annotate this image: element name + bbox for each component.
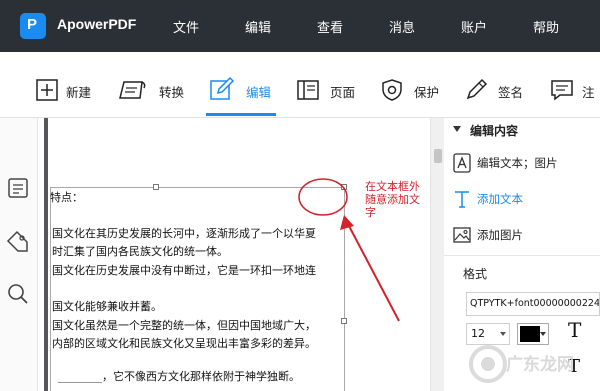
sign-button[interactable]: 签名 <box>464 52 530 118</box>
convert-icon <box>119 81 146 99</box>
comment-button[interactable]: 注 <box>548 52 600 118</box>
plus-square-icon <box>36 79 58 101</box>
left-sidebar <box>0 118 38 391</box>
pen-sign-icon <box>466 78 488 100</box>
protect-button[interactable]: 保护 <box>378 52 444 118</box>
comment-label: 注 <box>582 85 595 100</box>
convert-button[interactable]: 转换 <box>116 52 192 118</box>
pencil-icon <box>210 76 235 100</box>
edit-text-image-label: 编辑文本；图片 <box>477 156 558 170</box>
add-image-icon <box>453 227 471 243</box>
format-heading: 格式 <box>463 267 488 281</box>
edit-text-image-option[interactable]: 编辑文本；图片 <box>444 147 600 179</box>
page-label: 页面 <box>330 85 356 100</box>
tag-icon[interactable] <box>6 230 30 254</box>
edit-tool-button[interactable]: 编辑 <box>206 52 274 118</box>
new-label: 新建 <box>66 85 92 100</box>
add-image-label: 添加图片 <box>477 228 523 242</box>
vertical-scrollbar[interactable] <box>430 118 444 391</box>
scrollbar-thumb[interactable] <box>434 149 442 163</box>
watermark-text: 广东龙网 <box>506 355 574 375</box>
app-name: ApowerPDF <box>57 16 137 32</box>
active-tab-indicator <box>206 113 276 116</box>
annotation-text: 在文本框外随意添加文字 <box>365 180 420 219</box>
font-name-field[interactable]: QTPYTK+font0000000022436 <box>466 292 600 316</box>
convert-label: 转换 <box>159 85 185 100</box>
menu-file[interactable]: 文件 <box>173 17 199 36</box>
shield-icon <box>382 79 402 101</box>
edit-tool-label: 编辑 <box>246 85 272 100</box>
menu-messages[interactable]: 消息 <box>389 17 415 36</box>
document-view[interactable]: 特点： 国文化在其历史发展的长河中，逐渐形成了一个以华夏 时汇集了国内各民族文化… <box>38 118 430 391</box>
app-logo-icon: P <box>20 13 46 39</box>
menu-help[interactable]: 帮助 <box>533 17 559 36</box>
add-image-option[interactable]: 添加图片 <box>444 219 600 251</box>
toolbar: 新建 转换 编辑 页面 保护 签名 注 <box>0 52 600 118</box>
page-button[interactable]: 页面 <box>294 52 362 118</box>
add-text-option[interactable]: 添加文本 <box>444 183 600 215</box>
new-button[interactable]: 新建 <box>32 52 98 118</box>
comment-icon <box>551 80 573 101</box>
page-icon <box>297 80 319 100</box>
menu-bar: P ApowerPDF 文件 编辑 查看 消息 账户 帮助 <box>0 0 600 52</box>
panel-divider <box>444 255 600 256</box>
menu-edit[interactable]: 编辑 <box>245 17 271 36</box>
search-icon[interactable] <box>6 282 30 306</box>
panel-section-title: 编辑内容 <box>470 124 519 138</box>
collapse-caret-icon[interactable] <box>453 126 461 132</box>
annotation-marker <box>298 178 400 322</box>
protect-label: 保护 <box>414 85 440 100</box>
sign-label: 签名 <box>498 85 524 100</box>
add-text-label: 添加文本 <box>477 192 523 206</box>
thumbnail-icon[interactable] <box>6 176 30 200</box>
menu-view[interactable]: 查看 <box>317 17 343 36</box>
edit-text-icon <box>453 153 471 173</box>
menu-account[interactable]: 账户 <box>461 17 487 36</box>
add-text-icon <box>455 191 469 208</box>
